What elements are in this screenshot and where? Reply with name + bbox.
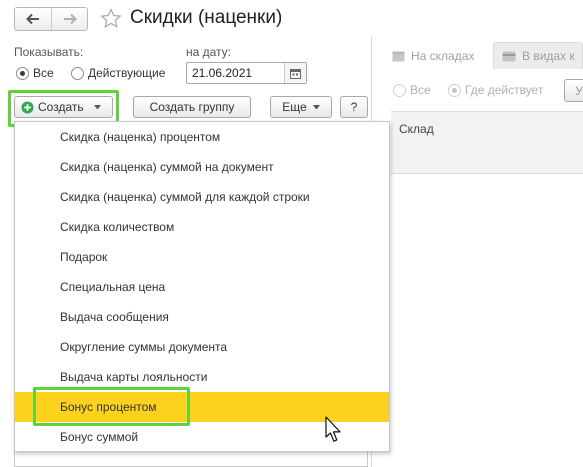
menu-item-gift[interactable]: Подарок [15, 242, 389, 272]
right-radio-where-active-indicator [448, 83, 461, 97]
radio-all[interactable]: Все [16, 66, 54, 80]
radio-active-indicator [71, 66, 84, 80]
menu-item-discount-amount-document[interactable]: Скидка (наценка) суммой на документ [15, 152, 389, 182]
tab-card-kinds[interactable]: В видах к [493, 42, 583, 69]
tab-warehouses-label: На складах [411, 49, 475, 63]
right-radio-all[interactable]: Все [393, 83, 431, 97]
radio-active-label: Действующие [88, 66, 166, 80]
date-field[interactable]: 21.06.2021 [186, 62, 307, 84]
arrow-left-icon [26, 13, 39, 25]
add-circle-icon [21, 101, 34, 113]
bonus-percent-highlight [33, 387, 190, 426]
page-title: Скидки (наценки) [130, 7, 283, 28]
mouse-cursor-icon [325, 416, 341, 447]
chevron-down-icon [312, 104, 320, 109]
show-label: Показывать: [14, 45, 84, 59]
help-button[interactable]: ? [340, 96, 368, 118]
tab-warehouses[interactable]: На складах [388, 44, 478, 68]
menu-item-show-message[interactable]: Выдача сообщения [15, 302, 389, 332]
back-button[interactable] [15, 8, 51, 30]
create-button-label: Создать [38, 100, 84, 114]
calendar-icon [290, 68, 301, 79]
more-label: Еще [282, 100, 307, 114]
right-radio-where-active[interactable]: Где действует [448, 83, 543, 97]
navigation-buttons [14, 7, 88, 31]
warehouse-table-header: Склад [391, 111, 583, 174]
right-radio-all-label: Все [410, 83, 431, 97]
radio-active[interactable]: Действующие [71, 66, 165, 80]
radio-all-indicator [16, 66, 29, 80]
right-radio-where-active-label: Где действует [465, 83, 544, 97]
card-icon [502, 51, 516, 61]
date-label: на дату: [186, 45, 232, 59]
right-pane-button-letter: У [575, 83, 583, 98]
menu-item-discount-amount-row[interactable]: Скидка (наценка) суммой для каждой строк… [15, 182, 389, 212]
radio-all-label: Все [33, 66, 54, 80]
arrow-right-icon [63, 13, 77, 25]
warehouse-icon [392, 51, 405, 61]
create-group-label: Создать группу [149, 100, 235, 114]
create-group-button[interactable]: Создать группу [133, 96, 251, 118]
date-value: 21.06.2021 [192, 66, 253, 80]
tab-card-kinds-label: В видах к [522, 49, 575, 63]
more-button[interactable]: Еще [270, 96, 332, 118]
help-label: ? [350, 100, 358, 114]
calendar-button[interactable] [284, 63, 306, 83]
menu-item-special-price[interactable]: Специальная цена [15, 272, 389, 302]
right-radio-all-indicator [393, 83, 406, 97]
menu-item-round-document-sum[interactable]: Округление суммы документа [15, 332, 389, 362]
menu-item-discount-quantity[interactable]: Скидка количеством [15, 212, 389, 242]
column-header-warehouse: Склад [399, 122, 434, 136]
right-pane-button[interactable]: У [564, 79, 583, 102]
favorite-star-icon[interactable] [100, 8, 122, 32]
forward-button[interactable] [51, 8, 87, 30]
menu-item-discount-percent[interactable]: Скидка (наценка) процентом [15, 122, 389, 152]
chevron-down-icon [93, 104, 101, 109]
create-button[interactable]: Создать [14, 96, 113, 118]
